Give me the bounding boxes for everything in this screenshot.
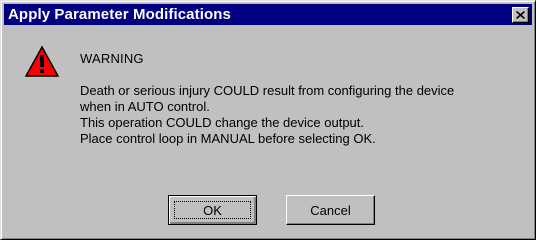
- warning-icon: [24, 45, 60, 77]
- title-bar[interactable]: Apply Parameter Modifications: [4, 4, 532, 25]
- warning-heading: WARNING: [80, 51, 144, 66]
- dialog-window: Apply Parameter Modifications WARNING De…: [0, 0, 536, 240]
- close-button[interactable]: [512, 6, 529, 23]
- message-line: Death or serious injury COULD result fro…: [80, 83, 455, 98]
- message-line: when in AUTO control.: [80, 99, 210, 114]
- message-line: Place control loop in MANUAL before sele…: [80, 131, 376, 146]
- window-title: Apply Parameter Modifications: [8, 6, 231, 23]
- message-line: This operation COULD change the device o…: [80, 115, 365, 130]
- cancel-button[interactable]: Cancel: [286, 195, 375, 225]
- ok-button-label: OK: [174, 201, 251, 219]
- close-icon: [516, 10, 525, 19]
- warning-message: Death or serious injury COULD result fro…: [80, 83, 520, 147]
- ok-button[interactable]: OK: [168, 195, 257, 225]
